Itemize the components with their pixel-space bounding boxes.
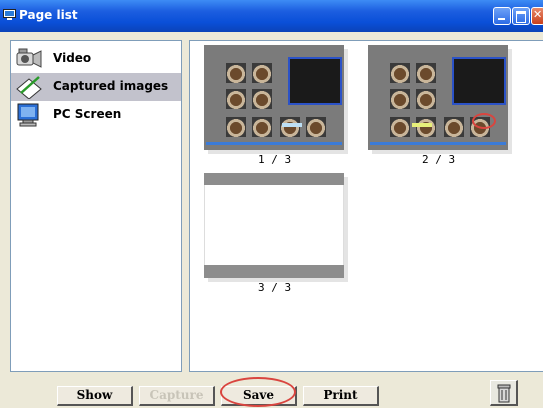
show-button[interactable]: Show (57, 386, 133, 406)
print-button[interactable]: Print (303, 386, 379, 406)
video-camera-icon (16, 48, 42, 68)
page-number-label: 1 / 3 (258, 153, 292, 166)
window-title: Page list (19, 8, 78, 22)
sidebar-item-pc-screen[interactable]: PC Screen (11, 101, 181, 129)
sidebar-item-captured-images[interactable]: Captured images (11, 73, 181, 101)
trash-icon (497, 384, 511, 403)
captured-images-icon (16, 76, 42, 99)
sidebar: Video Captured images PC Screen (10, 40, 182, 372)
bottom-toolbar: Show Capture Save Print (0, 376, 543, 408)
sidebar-item-label: PC Screen (53, 107, 122, 121)
page-thumbnail-1[interactable] (204, 45, 348, 154)
window-app-icon (3, 9, 16, 20)
sidebar-item-label: Captured images (53, 79, 169, 93)
capture-button[interactable]: Capture (139, 386, 215, 406)
page-number-label: 2 / 3 (422, 153, 456, 166)
minimize-button[interactable] (493, 7, 511, 25)
page-thumbnail-3[interactable] (204, 173, 348, 282)
sidebar-item-video[interactable]: Video (11, 45, 181, 73)
close-button[interactable] (531, 7, 543, 25)
title-bar[interactable]: Page list (0, 0, 543, 32)
page-list-panel: 1 / 3 2 / 3 3 / 3 (189, 40, 543, 372)
save-button[interactable]: Save (221, 386, 297, 406)
page-thumbnail-2[interactable] (368, 45, 512, 154)
sidebar-item-label: Video (53, 51, 92, 65)
trash-button[interactable] (490, 380, 518, 406)
pc-screen-icon (17, 103, 39, 127)
maximize-button[interactable] (512, 7, 530, 25)
page-number-label: 3 / 3 (258, 281, 292, 294)
